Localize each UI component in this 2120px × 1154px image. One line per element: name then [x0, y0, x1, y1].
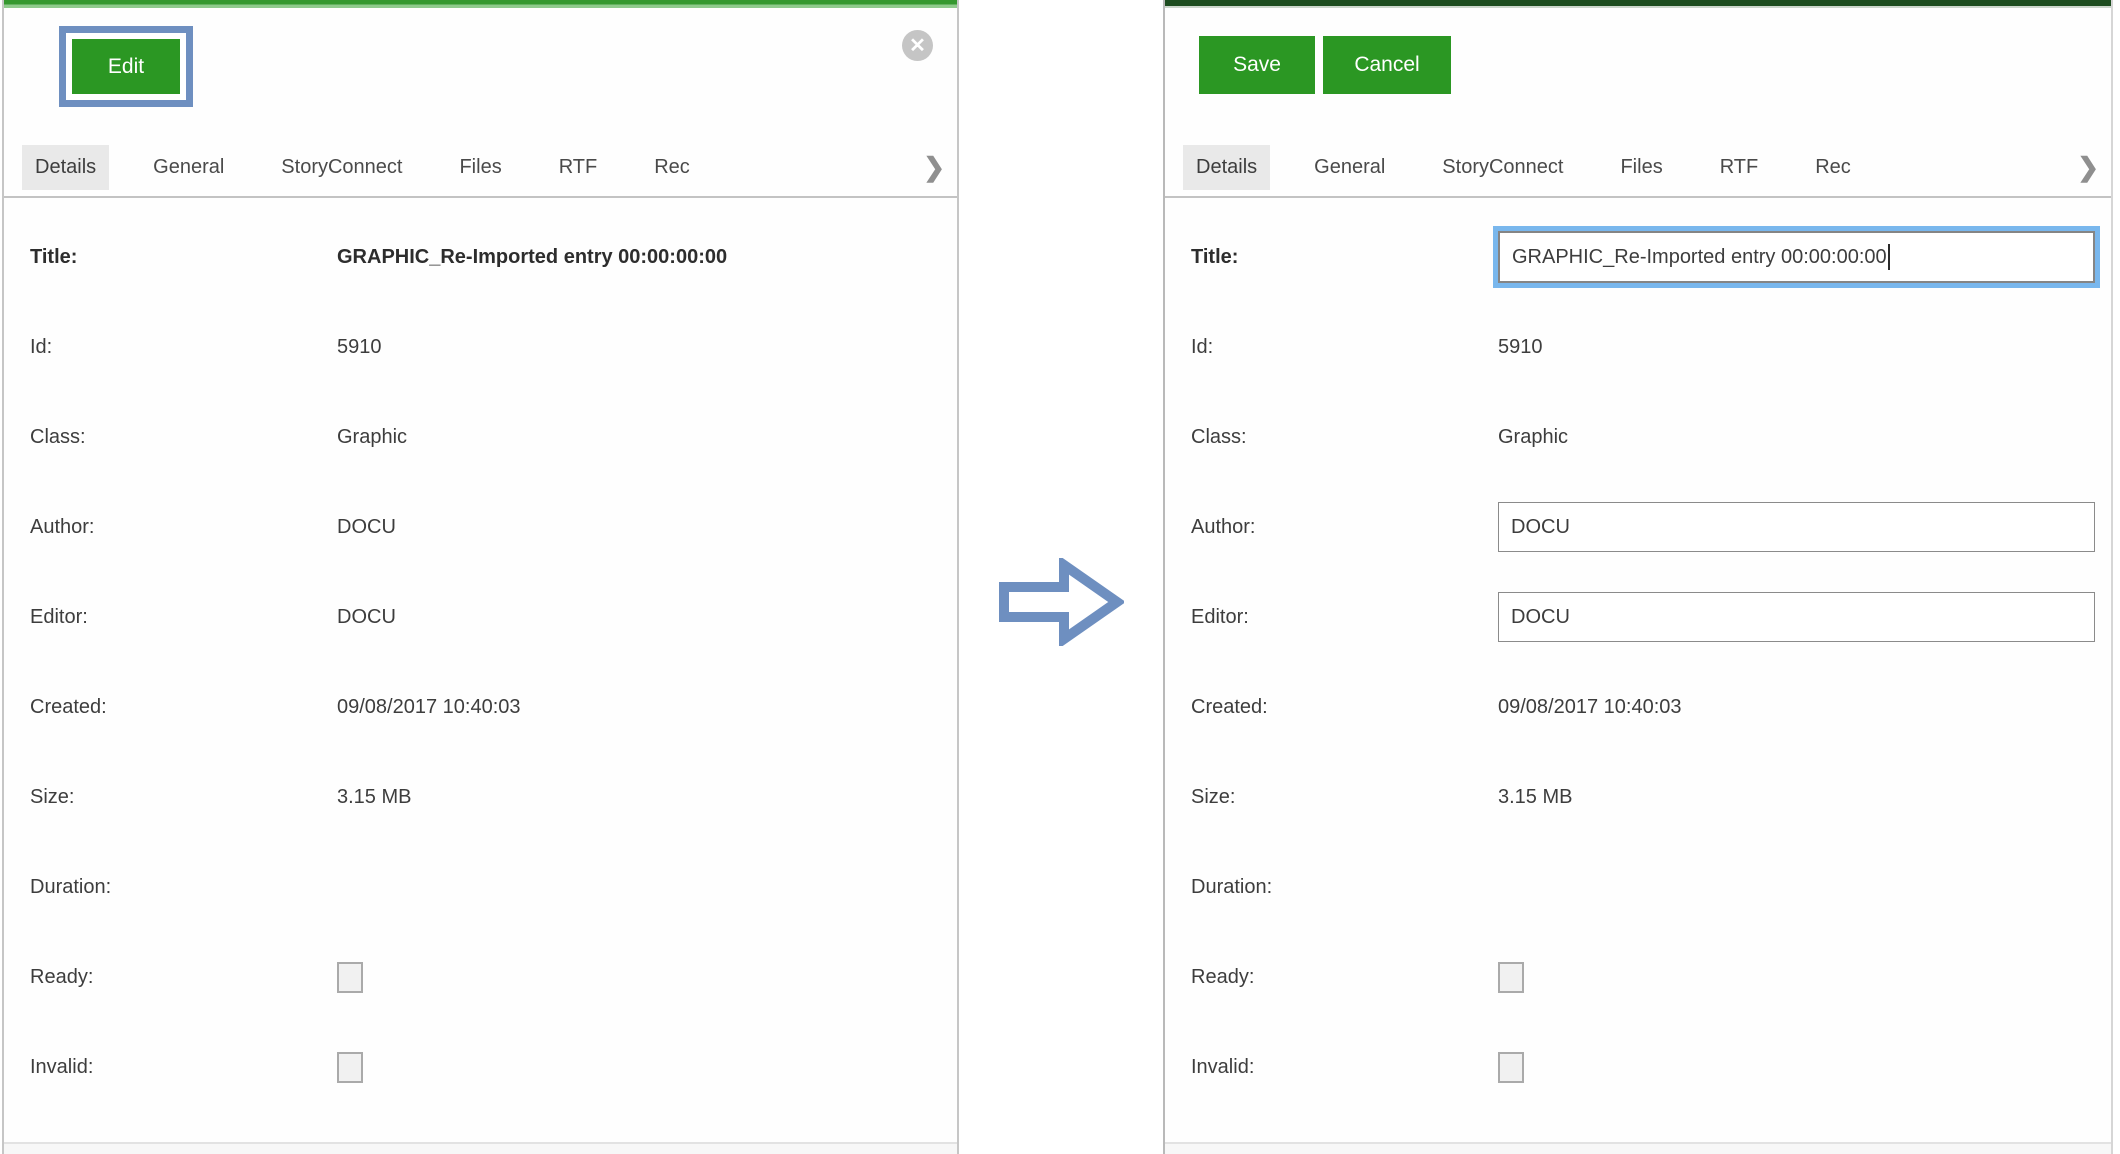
title-input-text: GRAPHIC_Re-Imported entry 00:00:00:00	[1512, 246, 1887, 269]
tab-general[interactable]: General	[140, 145, 237, 190]
field-row-class: Class: Graphic	[1165, 392, 2111, 482]
field-list: Title: GRAPHIC_Re-Imported entry 00:00:0…	[1165, 198, 2111, 1112]
tab-bar: Details General StoryConnect Files RTF R…	[1165, 138, 2111, 198]
field-row-class: Class: Graphic	[4, 392, 957, 482]
tab-storyconnect[interactable]: StoryConnect	[1429, 145, 1576, 190]
title-value: GRAPHIC_Re-Imported entry 00:00:00:00	[337, 246, 957, 269]
field-row-invalid: Invalid:	[4, 1022, 957, 1112]
author-value: DOCU	[337, 516, 957, 539]
editor-value: DOCU	[337, 606, 957, 629]
tab-general[interactable]: General	[1301, 145, 1398, 190]
field-row-editor: Editor: DOCU	[4, 572, 957, 662]
right-arrow-icon	[998, 558, 1124, 646]
save-button[interactable]: Save	[1199, 36, 1315, 94]
field-label: Editor:	[4, 606, 337, 629]
field-row-id: Id: 5910	[4, 302, 957, 392]
panel-top-accent	[1165, 0, 2111, 8]
ready-checkbox[interactable]	[337, 962, 363, 993]
tab-rec[interactable]: Rec	[1802, 145, 1864, 190]
field-label: Created:	[1165, 696, 1498, 719]
field-label: Invalid:	[1165, 1056, 1498, 1079]
field-row-author: Author: DOCU	[4, 482, 957, 572]
tab-bar: Details General StoryConnect Files RTF R…	[4, 138, 957, 198]
field-label: Invalid:	[4, 1056, 337, 1079]
field-row-size: Size: 3.15 MB	[4, 752, 957, 842]
tab-details[interactable]: Details	[1183, 145, 1270, 190]
panel-header: Save Cancel	[1165, 8, 2111, 138]
cancel-button[interactable]: Cancel	[1323, 36, 1451, 94]
chevron-right-icon[interactable]: ❯	[923, 154, 945, 180]
edit-button-highlight-box: Edit	[59, 26, 193, 107]
details-panel-edit-mode: Save Cancel Details General StoryConnect…	[1163, 0, 2113, 1154]
field-label: Size:	[4, 786, 337, 809]
close-icon[interactable]: ✕	[902, 30, 933, 61]
field-row-size: Size: 3.15 MB	[1165, 752, 2111, 842]
tab-details[interactable]: Details	[22, 145, 109, 190]
chevron-right-icon[interactable]: ❯	[2077, 154, 2099, 180]
title-input[interactable]: GRAPHIC_Re-Imported entry 00:00:00:00	[1498, 231, 2095, 283]
field-label: Author:	[4, 516, 337, 539]
tab-storyconnect[interactable]: StoryConnect	[268, 145, 415, 190]
field-row-created: Created: 09/08/2017 10:40:03	[1165, 662, 2111, 752]
field-label: Title:	[4, 246, 337, 269]
field-label: Class:	[1165, 426, 1498, 449]
tab-rec[interactable]: Rec	[641, 145, 703, 190]
author-input[interactable]	[1498, 502, 2095, 552]
panel-top-accent	[4, 0, 957, 8]
field-label: Ready:	[4, 966, 337, 989]
field-label: Created:	[4, 696, 337, 719]
panel-bottom-strip	[1165, 1142, 2111, 1154]
size-value: 3.15 MB	[1498, 786, 2111, 809]
tab-files[interactable]: Files	[446, 145, 514, 190]
before-after-comparison: Edit ✕ Details General StoryConnect File…	[0, 0, 2120, 1154]
size-value: 3.15 MB	[337, 786, 957, 809]
id-value: 5910	[1498, 336, 2111, 359]
field-row-author: Author:	[1165, 482, 2111, 572]
field-label: Ready:	[1165, 966, 1498, 989]
field-label: Editor:	[1165, 606, 1498, 629]
field-row-ready: Ready:	[1165, 932, 2111, 1022]
field-label: Class:	[4, 426, 337, 449]
field-row-created: Created: 09/08/2017 10:40:03	[4, 662, 957, 752]
field-label: Size:	[1165, 786, 1498, 809]
class-value: Graphic	[1498, 426, 2111, 449]
field-row-invalid: Invalid:	[1165, 1022, 2111, 1112]
field-label: Title:	[1165, 246, 1498, 269]
field-label: Author:	[1165, 516, 1498, 539]
text-caret	[1888, 244, 1890, 270]
field-row-duration: Duration:	[4, 842, 957, 932]
created-value: 09/08/2017 10:40:03	[337, 696, 957, 719]
field-list: Title: GRAPHIC_Re-Imported entry 00:00:0…	[4, 198, 957, 1112]
tab-files[interactable]: Files	[1607, 145, 1675, 190]
field-row-title: Title: GRAPHIC_Re-Imported entry 00:00:0…	[4, 212, 957, 302]
invalid-checkbox[interactable]	[1498, 1052, 1524, 1083]
field-row-id: Id: 5910	[1165, 302, 2111, 392]
id-value: 5910	[337, 336, 957, 359]
tab-rtf[interactable]: RTF	[1707, 145, 1772, 190]
ready-checkbox[interactable]	[1498, 962, 1524, 993]
panel-bottom-strip	[4, 1142, 957, 1154]
field-row-duration: Duration:	[1165, 842, 2111, 932]
field-label: Id:	[4, 336, 337, 359]
tab-rtf[interactable]: RTF	[546, 145, 611, 190]
field-row-title: Title: GRAPHIC_Re-Imported entry 00:00:0…	[1165, 212, 2111, 302]
panel-header: Edit ✕	[4, 8, 957, 138]
invalid-checkbox[interactable]	[337, 1052, 363, 1083]
editor-input[interactable]	[1498, 592, 2095, 642]
edit-button[interactable]: Edit	[72, 39, 180, 94]
field-label: Duration:	[1165, 876, 1498, 899]
field-row-editor: Editor:	[1165, 572, 2111, 662]
details-panel-view-mode: Edit ✕ Details General StoryConnect File…	[2, 0, 959, 1154]
field-row-ready: Ready:	[4, 932, 957, 1022]
created-value: 09/08/2017 10:40:03	[1498, 696, 2111, 719]
field-label: Id:	[1165, 336, 1498, 359]
class-value: Graphic	[337, 426, 957, 449]
field-label: Duration:	[4, 876, 337, 899]
